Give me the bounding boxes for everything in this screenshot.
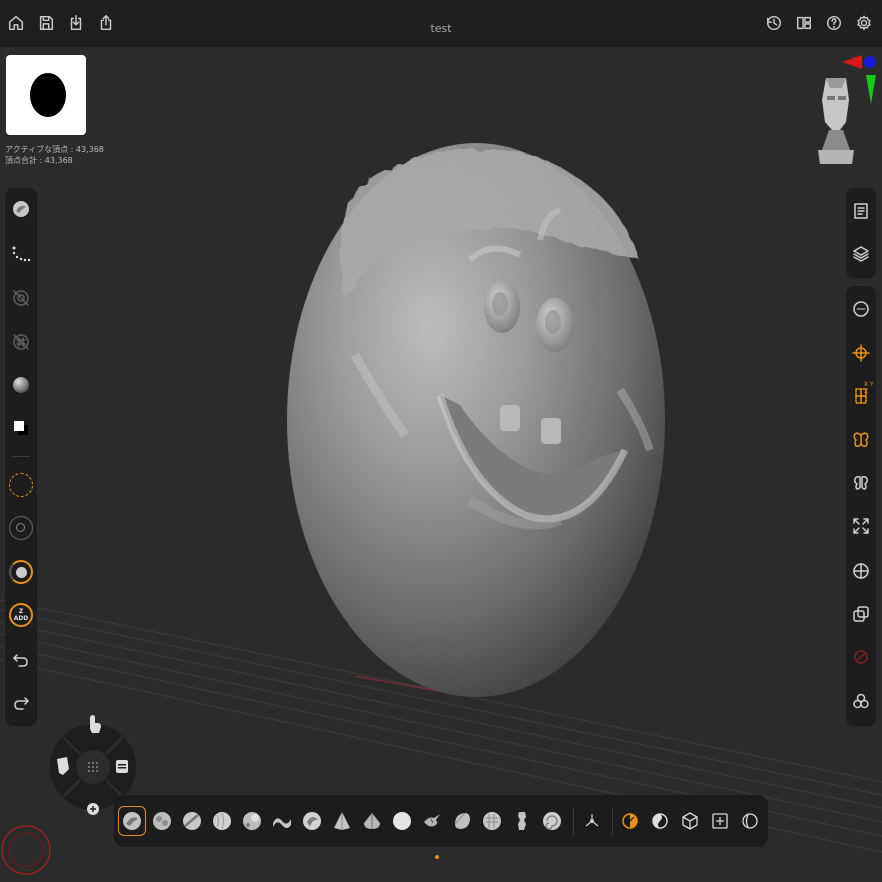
brush-bar-separator [573,807,574,835]
alpha-preview[interactable] [6,55,86,135]
subtools-icon[interactable] [846,686,876,716]
hide-tool-icon[interactable] [736,806,764,836]
document-title: test [430,22,452,35]
polyframe-icon[interactable] [846,642,876,672]
brush-inflate[interactable] [238,806,266,836]
active-vertex-count: アクティブな頂点 : 43,368 [5,145,104,154]
mirror-dup-icon[interactable] [846,468,876,498]
page-indicator-dot [435,855,439,859]
left-toolbar: Z ADD [5,188,37,726]
menu-panel-icon [116,760,128,773]
select-tool-icon[interactable] [646,806,674,836]
perspective-icon[interactable] [846,555,876,585]
stats: アクティブな頂点 : 43,368 頂点合計 : 43,368 [5,144,104,166]
sculpted-sphere[interactable] [287,143,665,697]
total-vertex-count: 頂点合計 : 43,368 [5,156,73,165]
redo-icon[interactable] [6,688,36,718]
brush-standard[interactable] [178,806,206,836]
brush-clay[interactable] [148,806,176,836]
right-toolbar-top [846,188,876,278]
toolbar-separator [12,456,30,457]
brush-hpolish[interactable] [478,806,506,836]
history-icon[interactable] [763,12,785,34]
draw-size-ring[interactable] [9,516,33,540]
touch-gesture-icon [90,715,101,733]
dynamesh-icon[interactable] [846,294,876,324]
z-add-toggle[interactable]: Z ADD [9,603,33,627]
symmetry-xyz-icon[interactable]: X Y Z [846,381,876,411]
grid-snap-icon[interactable] [6,327,36,357]
brush-orb-cracks[interactable] [508,806,536,836]
focal-shift-ring[interactable] [9,473,33,497]
color-swatch-icon[interactable] [6,413,36,443]
settings-gear-icon[interactable] [853,12,875,34]
gizmo-tool-icon[interactable] [578,806,606,836]
brush-bar [114,795,768,847]
brush-snakehook[interactable] [268,806,296,836]
frame-icon[interactable] [846,511,876,541]
intensity-ring[interactable] [9,560,33,584]
duplicate-icon[interactable] [846,599,876,629]
transform-icon[interactable] [846,338,876,368]
top-bar: test [0,0,882,47]
lazy-mouse-icon[interactable] [6,283,36,313]
layout-icon[interactable] [793,12,815,34]
brush-curve[interactable] [538,806,566,836]
documents-icon[interactable] [846,196,876,226]
material-sphere-icon[interactable] [6,370,36,400]
brush-bar-separator-2 [612,807,613,835]
brush-trim[interactable] [358,806,386,836]
brush-planar[interactable] [448,806,476,836]
help-icon[interactable] [823,12,845,34]
brush-polish[interactable] [388,806,416,836]
head-navigator-model[interactable] [818,78,854,164]
alpha-shape [30,73,66,117]
brush-cursor-inner-ring [8,832,44,868]
layers-icon[interactable] [846,239,876,269]
slice-tool-icon[interactable] [706,806,734,836]
brush-clay-buildup[interactable] [118,806,146,836]
polygroup-tool-icon[interactable] [676,806,704,836]
brush-smooth[interactable] [208,806,236,836]
xyz-badge: X Y Z [864,381,874,395]
brush-pinch[interactable] [328,806,356,836]
mask-tool-icon[interactable] [616,806,644,836]
z-add-label: Z [18,608,24,615]
brush-damstandard[interactable] [418,806,446,836]
brush-move[interactable] [298,806,326,836]
mirror-icon[interactable] [846,425,876,455]
z-add-sublabel: ADD [13,615,29,622]
clay-brush-icon[interactable] [6,194,36,224]
stroke-dots-icon[interactable] [6,239,36,269]
undo-icon[interactable] [6,645,36,675]
right-toolbar: X Y Z [846,286,876,726]
